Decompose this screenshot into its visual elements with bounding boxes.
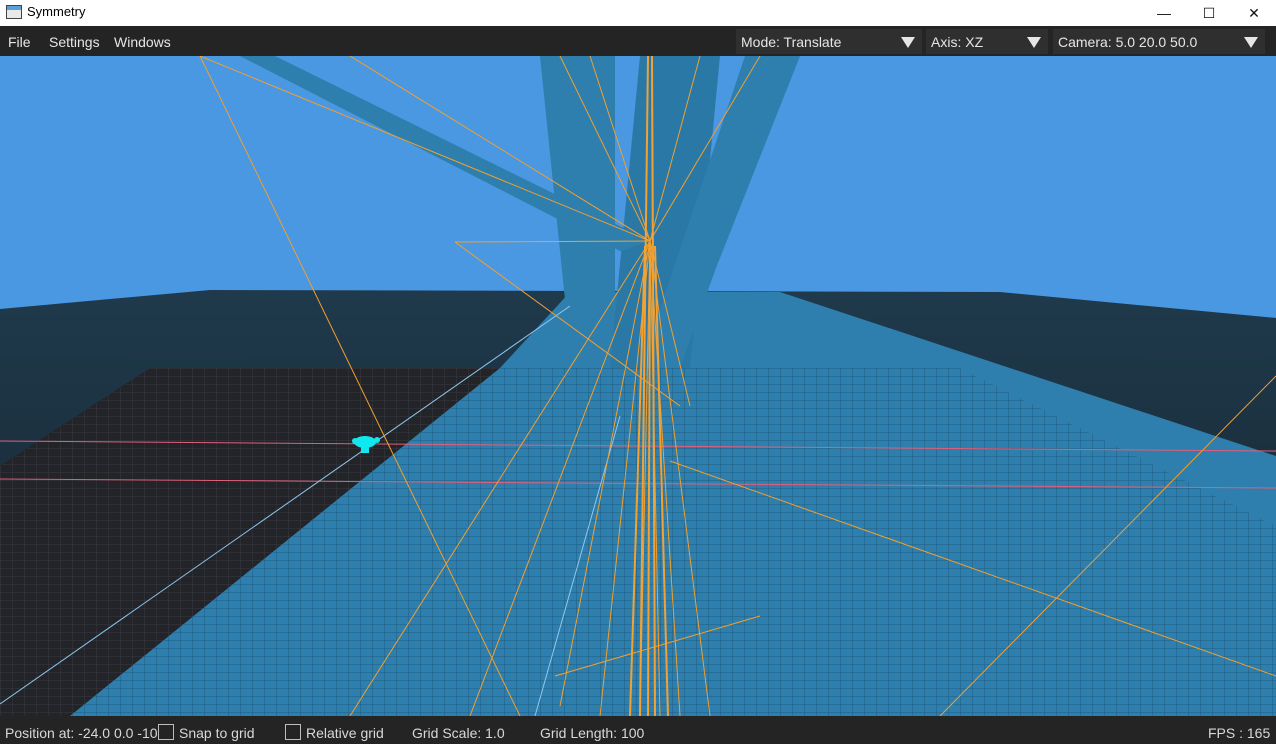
menu-windows[interactable]: Windows (114, 34, 171, 50)
relative-grid-label: Relative grid (306, 725, 384, 741)
snap-to-grid-checkbox[interactable] (158, 724, 174, 740)
menu-file[interactable]: File (8, 34, 31, 50)
window-title: Symmetry (27, 4, 86, 19)
title-bar: Symmetry — ☐ ✕ (0, 0, 1276, 26)
3d-viewport[interactable] (0, 56, 1276, 716)
grid-length-field[interactable]: Grid Length: 100 (540, 725, 644, 741)
mode-dropdown-label: Mode: Translate (741, 34, 842, 50)
minimize-button[interactable]: — (1141, 0, 1187, 26)
close-button[interactable]: ✕ (1231, 0, 1276, 26)
mode-dropdown[interactable]: Mode: Translate (736, 29, 922, 54)
menu-settings[interactable]: Settings (49, 34, 100, 50)
scene-canvas (0, 56, 1276, 716)
triangle-down-icon (901, 37, 915, 48)
status-bar: Position at: -24.0 0.0 -10 Snap to grid … (0, 716, 1276, 744)
camera-dropdown-label: Camera: 5.0 20.0 50.0 (1058, 34, 1198, 50)
position-readout: Position at: -24.0 0.0 -10 (5, 725, 158, 741)
app-icon (6, 5, 22, 19)
axis-dropdown[interactable]: Axis: XZ (926, 29, 1048, 54)
triangle-down-icon (1244, 37, 1258, 48)
triangle-down-icon (1027, 37, 1041, 48)
maximize-icon: ☐ (1202, 4, 1216, 21)
snap-to-grid-label: Snap to grid (179, 725, 255, 741)
relative-grid-checkbox[interactable] (285, 724, 301, 740)
close-icon: ✕ (1248, 4, 1260, 21)
menu-bar: File Settings Windows Mode: Translate Ax… (0, 26, 1276, 56)
grid-scale-field[interactable]: Grid Scale: 1.0 (412, 725, 505, 741)
axis-dropdown-label: Axis: XZ (931, 34, 984, 50)
camera-dropdown[interactable]: Camera: 5.0 20.0 50.0 (1053, 29, 1265, 54)
maximize-button[interactable]: ☐ (1186, 0, 1232, 26)
fps-counter: FPS : 165 (1208, 725, 1271, 741)
minimize-icon: — (1157, 5, 1171, 21)
